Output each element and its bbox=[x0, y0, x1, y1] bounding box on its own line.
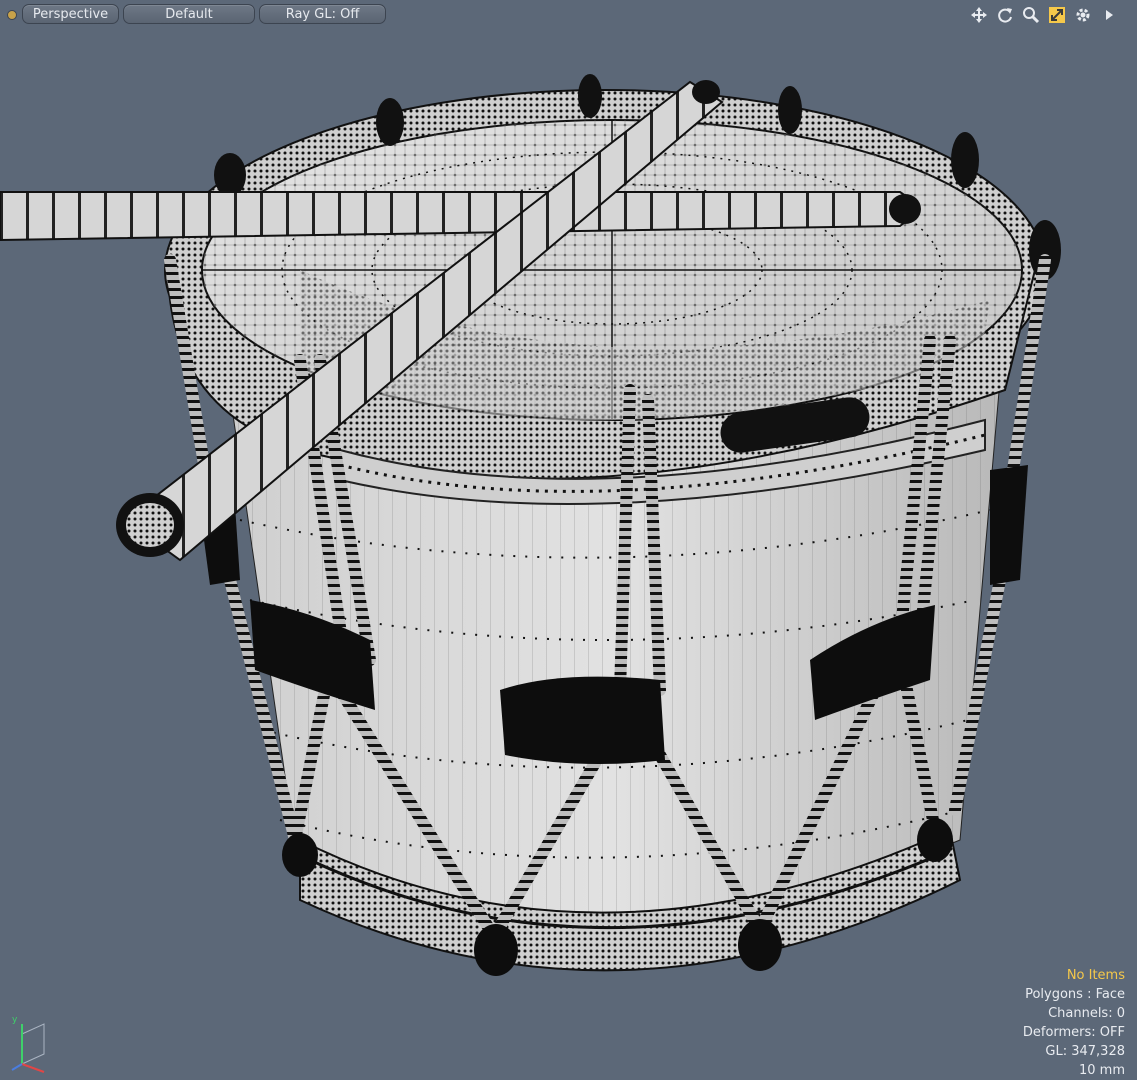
axis-gizmo: y bbox=[11, 1015, 45, 1073]
viewport-tools bbox=[969, 4, 1119, 26]
viewport-menu-dot[interactable] bbox=[7, 10, 17, 20]
rotate-icon[interactable] bbox=[995, 5, 1015, 25]
deformers-status: Deformers: OFF bbox=[1022, 1025, 1125, 1040]
settings-icon[interactable] bbox=[1073, 5, 1093, 25]
expand-arrow-icon[interactable] bbox=[1099, 5, 1119, 25]
view-type-button[interactable]: Perspective bbox=[22, 4, 119, 24]
fit-icon[interactable] bbox=[1047, 5, 1067, 25]
selection-status: No Items bbox=[1066, 968, 1125, 983]
viewport-info-overlay: No Items Polygons : Face Channels: 0 Def… bbox=[1023, 966, 1125, 1080]
zoom-icon[interactable] bbox=[1021, 5, 1041, 25]
gl-count: GL: 347,328 bbox=[1045, 1044, 1125, 1059]
move-icon[interactable] bbox=[969, 5, 989, 25]
polygons-status: Polygons : Face bbox=[1025, 987, 1125, 1002]
raygl-button[interactable]: Ray GL: Off bbox=[259, 4, 386, 24]
shading-style-button[interactable]: Default bbox=[123, 4, 255, 24]
channels-status: Channels: 0 bbox=[1048, 1006, 1125, 1021]
viewport-toolbar: Perspective Default Ray GL: Off bbox=[0, 0, 1137, 30]
svg-text:y: y bbox=[12, 1015, 18, 1025]
grid-scale: 10 mm bbox=[1078, 1063, 1125, 1078]
drum-model-wireframe[interactable] bbox=[0, 0, 1137, 1080]
3d-viewport[interactable]: Perspective Default Ray GL: Off y No Ite… bbox=[0, 0, 1137, 1080]
